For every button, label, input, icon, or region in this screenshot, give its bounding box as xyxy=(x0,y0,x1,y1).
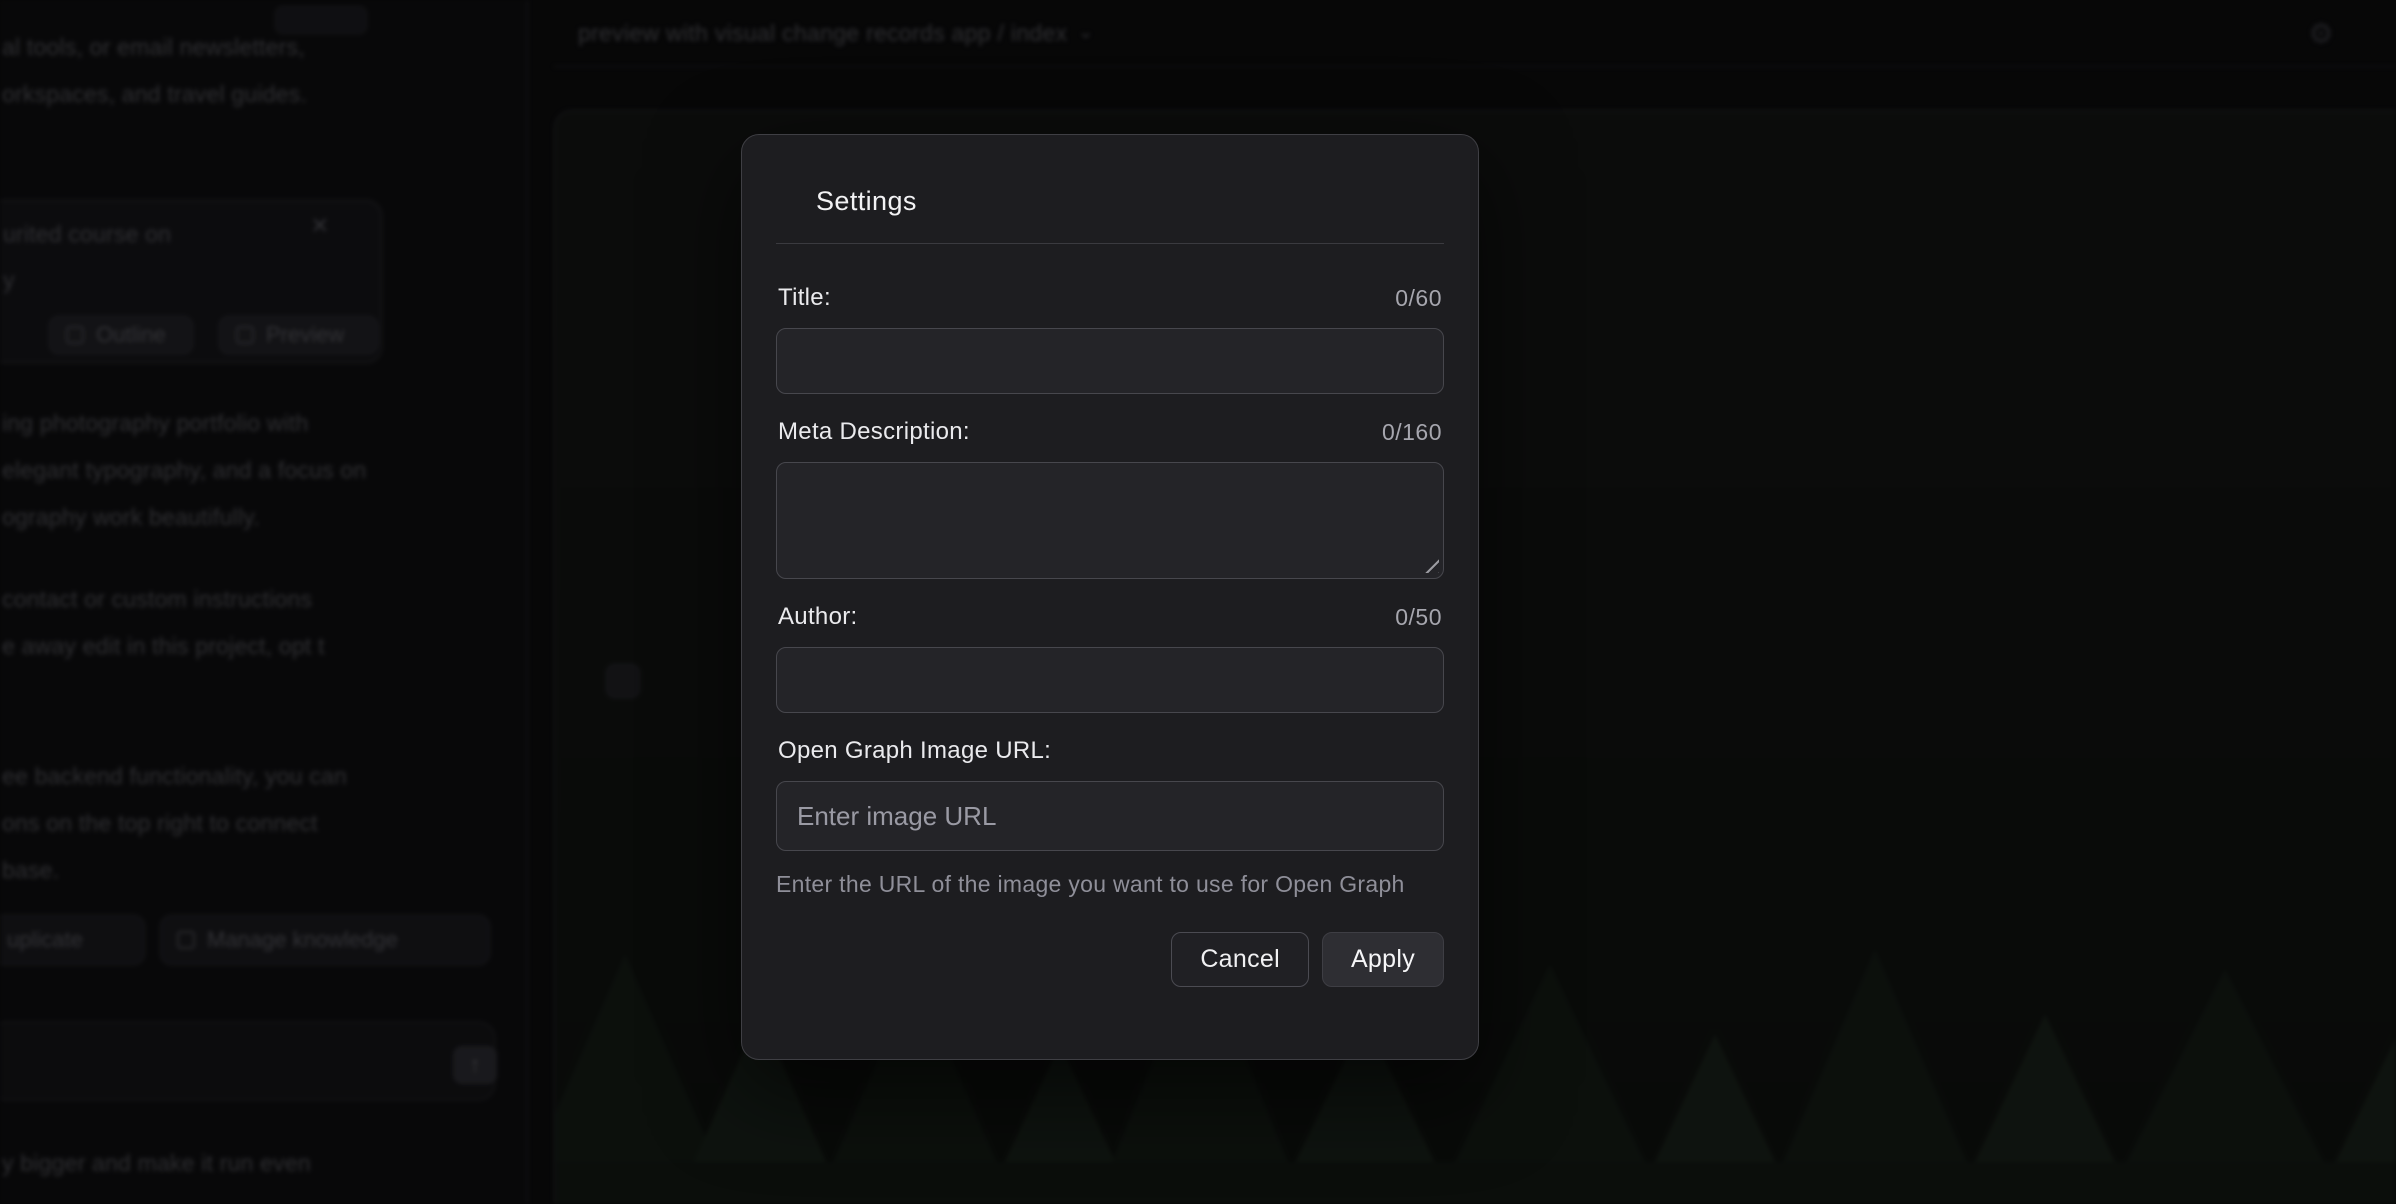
modal-divider xyxy=(776,243,1444,244)
cancel-button[interactable]: Cancel xyxy=(1171,932,1309,987)
meta-description-textarea[interactable] xyxy=(776,462,1444,579)
modal-title: Settings xyxy=(816,183,1444,219)
modal-button-row: Cancel Apply xyxy=(776,932,1444,987)
meta-description-char-counter: 0/160 xyxy=(1382,419,1442,446)
field-header: Author: 0/50 xyxy=(778,603,1442,631)
settings-modal: Settings Title: 0/60 Meta Description: 0… xyxy=(741,134,1479,1060)
author-input[interactable] xyxy=(776,647,1444,713)
og-image-url-input[interactable] xyxy=(776,781,1444,851)
author-char-counter: 0/50 xyxy=(1395,604,1442,631)
title-char-counter: 0/60 xyxy=(1395,285,1442,312)
field-header: Meta Description: 0/160 xyxy=(778,418,1442,446)
og-image-url-helper: Enter the URL of the image you want to u… xyxy=(776,871,1444,898)
og-image-url-label: Open Graph Image URL: xyxy=(778,737,1051,765)
meta-description-label: Meta Description: xyxy=(778,418,970,446)
apply-button[interactable]: Apply xyxy=(1322,932,1444,987)
field-header: Title: 0/60 xyxy=(778,284,1442,312)
title-label: Title: xyxy=(778,284,831,312)
field-header: Open Graph Image URL: xyxy=(778,737,1442,765)
title-input[interactable] xyxy=(776,328,1444,394)
author-label: Author: xyxy=(778,603,857,631)
